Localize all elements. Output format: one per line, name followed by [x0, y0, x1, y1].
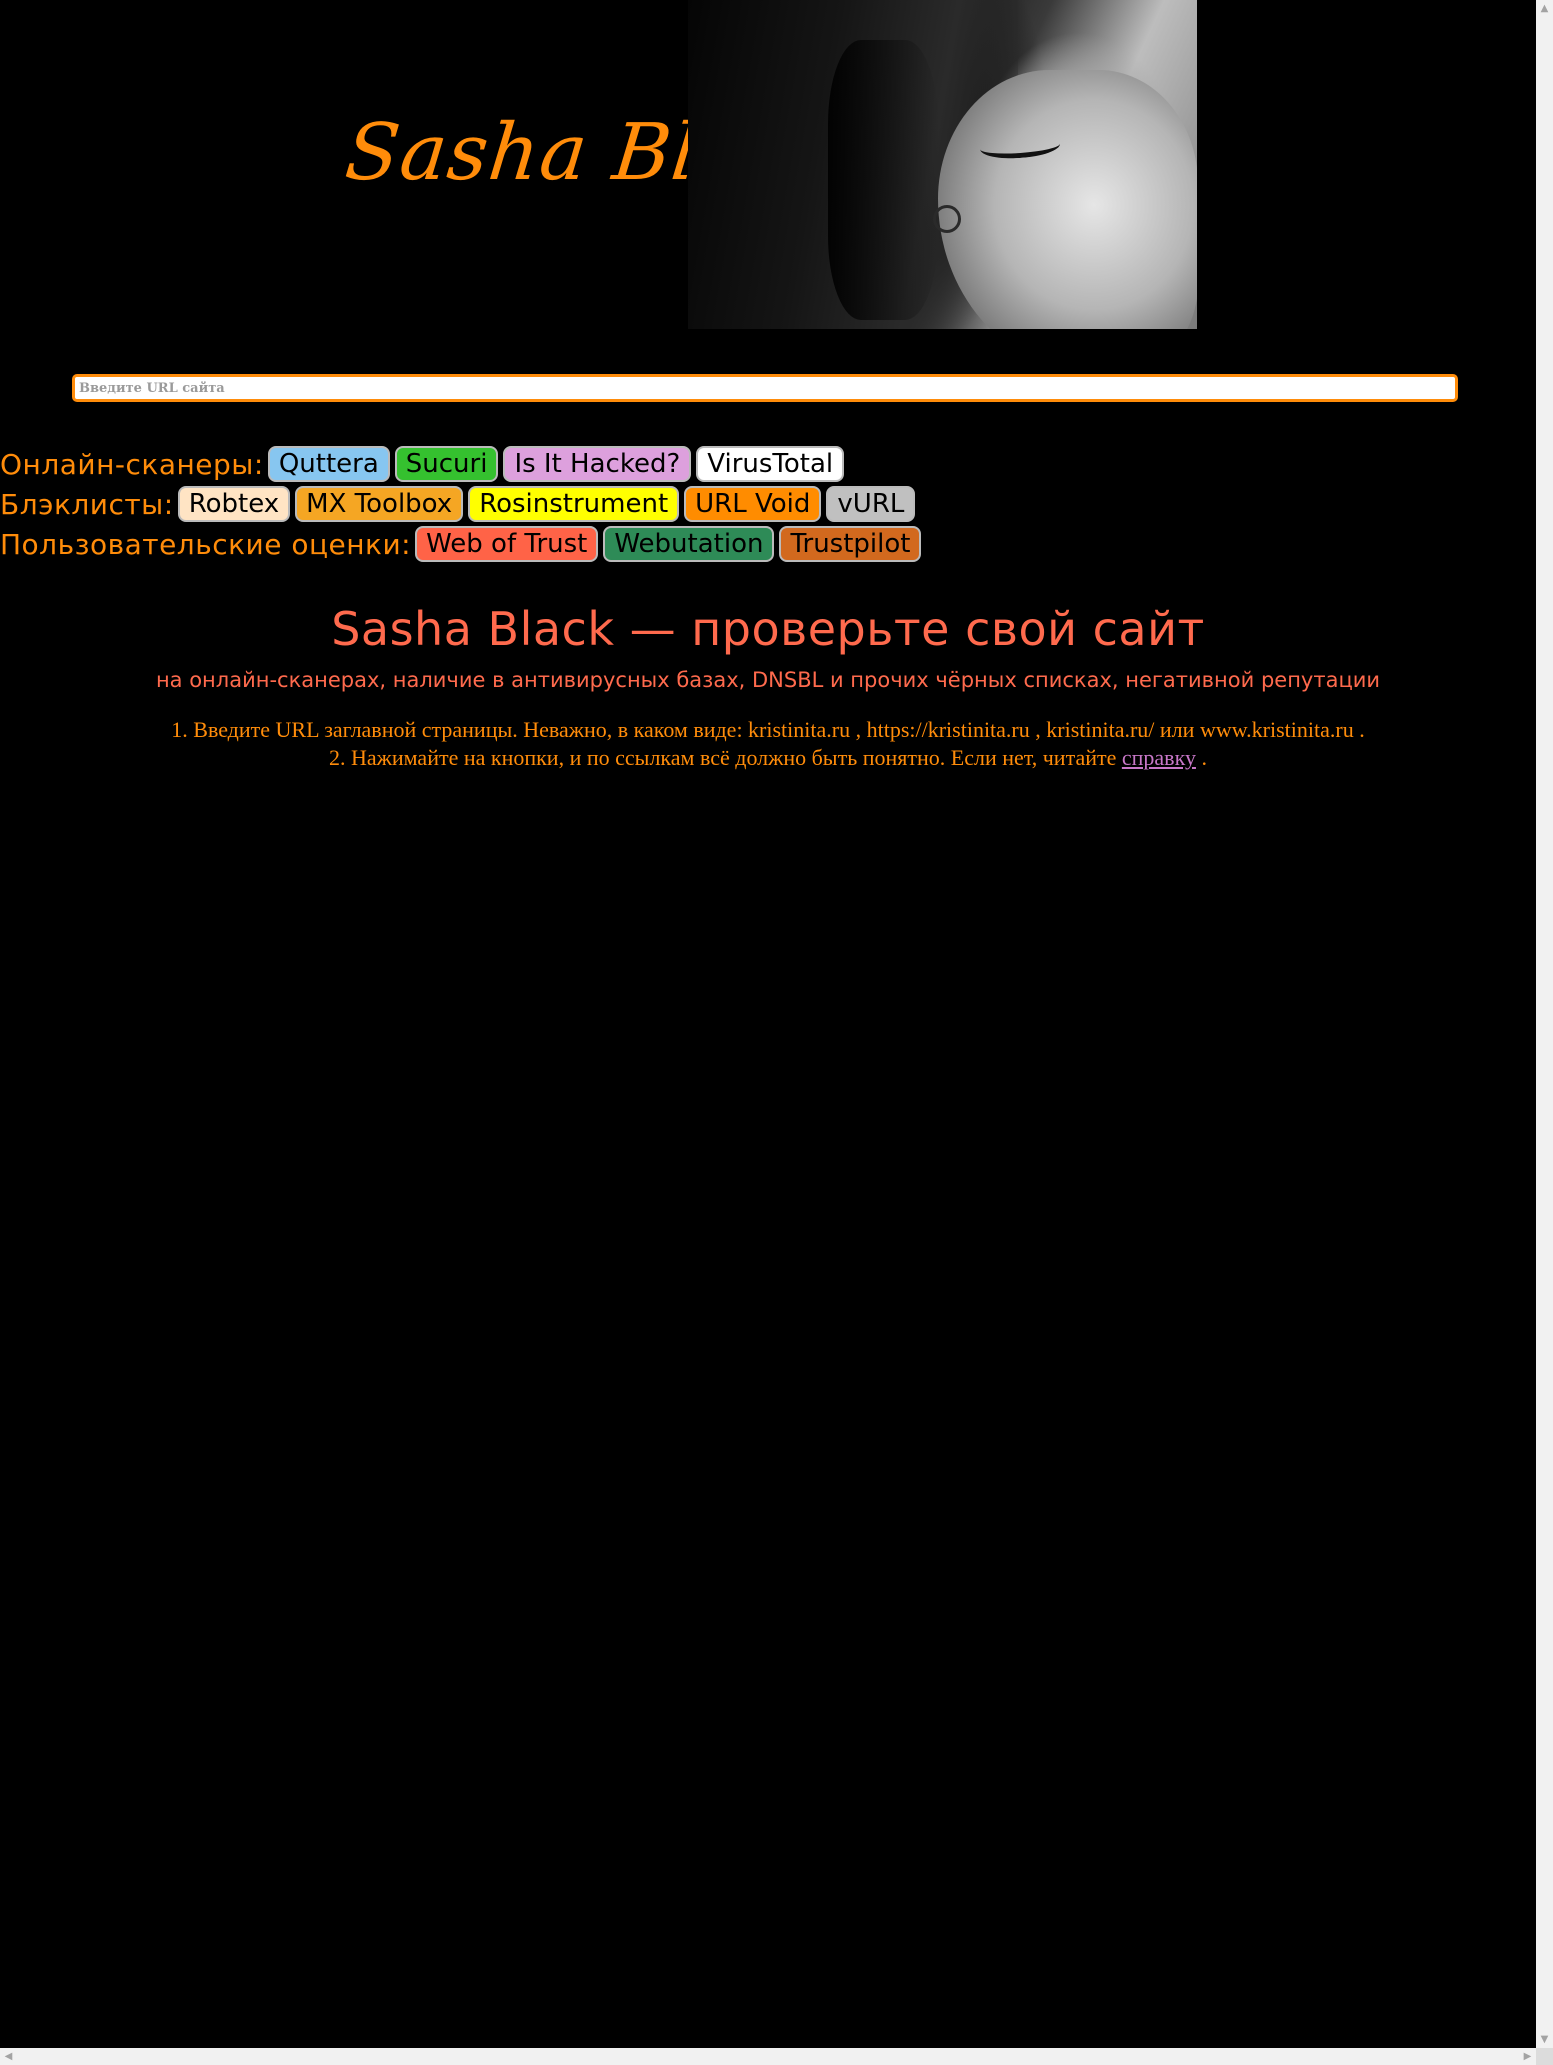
portrait-shadow: [828, 40, 938, 320]
webutation-button[interactable]: Webutation: [603, 526, 775, 562]
vertical-scrollbar[interactable]: ▲ ▼: [1536, 0, 1553, 2048]
scroll-left-icon[interactable]: ◀: [0, 2048, 17, 2065]
row-user-ratings: Пользовательские оценки: Web of Trust We…: [0, 524, 926, 564]
row-label-online-scanners: Онлайн-сканеры:: [0, 447, 264, 481]
page: Sasha Black Онлайн-сканеры: Quttera Sucu…: [0, 0, 1536, 2048]
page-title: Sasha Black — проверьте свой сайт: [331, 602, 1205, 656]
portrait-photo: [688, 0, 1197, 329]
is-it-hacked-button[interactable]: Is It Hacked?: [503, 446, 692, 482]
help-link[interactable]: справку: [1122, 745, 1196, 770]
vurl-button[interactable]: vURL: [826, 486, 916, 522]
instruction-line-2-end: .: [1195, 745, 1207, 770]
row-label-user-ratings: Пользовательские оценки:: [0, 527, 412, 561]
scroll-down-icon[interactable]: ▼: [1536, 2031, 1553, 2048]
page-subtitle: на онлайн-сканерах, наличие в антивирусн…: [155, 668, 1381, 692]
row-online-scanners: Онлайн-сканеры: Quttera Sucuri Is It Hac…: [0, 444, 926, 484]
header: Sasha Black: [0, 0, 1536, 330]
scroll-right-icon[interactable]: ▶: [1519, 2048, 1536, 2065]
robtex-button[interactable]: Robtex: [177, 486, 291, 522]
web-of-trust-button[interactable]: Web of Trust: [415, 526, 599, 562]
portrait-face: [938, 70, 1197, 329]
sucuri-button[interactable]: Sucuri: [394, 446, 499, 482]
url-input[interactable]: [72, 374, 1458, 402]
instruction-line-2: 2. Нажимайте на кнопки, и по ссылкам всё…: [0, 744, 1536, 772]
service-rows: Онлайн-сканеры: Quttera Sucuri Is It Hac…: [0, 444, 926, 564]
scrollbar-corner: [1536, 2048, 1553, 2065]
horizontal-scrollbar[interactable]: ◀ ▶: [0, 2048, 1536, 2065]
trustpilot-button[interactable]: Trustpilot: [779, 526, 922, 562]
row-blacklists: Блэклисты: Robtex MX Toolbox Rosinstrume…: [0, 484, 926, 524]
instructions: 1. Введите URL заглавной страницы. Неваж…: [0, 716, 1536, 772]
scroll-up-icon[interactable]: ▲: [1536, 0, 1553, 17]
mx-toolbox-button[interactable]: MX Toolbox: [295, 486, 464, 522]
portrait-nose-ring: [933, 205, 961, 233]
url-void-button[interactable]: URL Void: [684, 486, 822, 522]
row-label-blacklists: Блэклисты:: [0, 487, 174, 521]
virustotal-button[interactable]: VirusTotal: [696, 446, 845, 482]
instruction-line-2-text: 2. Нажимайте на кнопки, и по ссылкам всё…: [329, 745, 1122, 770]
rosinstrument-button[interactable]: Rosinstrument: [468, 486, 680, 522]
quttera-button[interactable]: Quttera: [267, 446, 390, 482]
instruction-line-1: 1. Введите URL заглавной страницы. Неваж…: [171, 717, 1365, 742]
